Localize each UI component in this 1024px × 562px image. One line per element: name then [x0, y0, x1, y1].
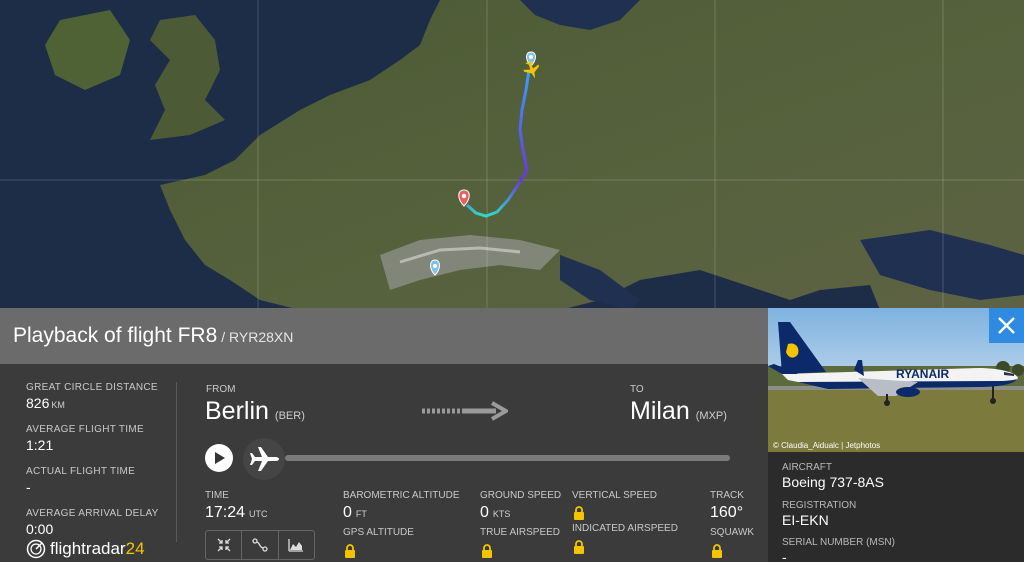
- actual-flight-time-value: -: [26, 479, 31, 495]
- baro-alt-number: 0: [343, 504, 352, 521]
- lock-icon: [345, 544, 355, 558]
- close-icon: [998, 317, 1015, 334]
- lock-icon: [574, 540, 584, 554]
- fit-view-icon: [217, 538, 231, 552]
- panel-header: Playback of flight FR8/ RYR28XN: [0, 308, 768, 364]
- registration-label: REGISTRATION: [782, 500, 857, 511]
- origin-city-name: Berlin: [205, 397, 269, 425]
- baro-alt-value: 0 FT: [343, 504, 367, 522]
- avg-flight-time-value: 1:21: [26, 437, 54, 453]
- ground-speed-label: GROUND SPEED: [480, 490, 562, 501]
- aircraft-photo[interactable]: RYANAIR © Claudia_Aidualc | Jetphotos: [768, 308, 1024, 452]
- fit-view-button[interactable]: [206, 531, 243, 559]
- gc-distance-number: 826: [26, 395, 50, 411]
- flight-number: Playback of flight FR8: [13, 324, 218, 347]
- flight-title: Playback of flight FR8/ RYR28XN: [13, 324, 293, 348]
- destination-city[interactable]: Milan (MXP): [630, 397, 727, 426]
- logo-brand: flightradar: [50, 539, 126, 558]
- play-button[interactable]: [205, 444, 233, 472]
- route-icon: [252, 538, 268, 552]
- logo-text: flightradar24: [50, 539, 145, 559]
- avg-arrival-delay-value: 0:00: [26, 521, 54, 537]
- gc-distance-label: GREAT CIRCLE DISTANCE: [26, 382, 158, 393]
- msn-value: -: [782, 549, 787, 562]
- callsign: / RYR28XN: [221, 329, 294, 345]
- actual-flight-time-label: ACTUAL FLIGHT TIME: [26, 466, 136, 477]
- aircraft-value: Boeing 737-8AS: [782, 474, 884, 490]
- lock-icon: [482, 544, 492, 558]
- route-arrow-icon: [422, 401, 511, 426]
- chart-icon: [288, 539, 304, 552]
- play-icon: [215, 452, 225, 464]
- playback-slider-handle[interactable]: [243, 438, 285, 480]
- radar-icon: [26, 539, 46, 559]
- ground-speed-number: 0: [480, 504, 489, 521]
- aircraft-panel: RYANAIR © Claudia_Aidualc | Jetphotos AI…: [768, 308, 1024, 562]
- map[interactable]: [0, 0, 1024, 310]
- aircraft-label: AIRCRAFT: [782, 462, 832, 473]
- squawk-label: SQUAWK: [710, 527, 755, 538]
- gps-alt-label: GPS ALTITUDE: [343, 527, 414, 538]
- close-button[interactable]: [989, 308, 1024, 343]
- flightradar24-logo[interactable]: flightradar24: [26, 539, 145, 559]
- logo-number: 24: [125, 539, 145, 558]
- msn-label: SERIAL NUMBER (MSN): [782, 537, 895, 548]
- chart-button[interactable]: [279, 531, 314, 559]
- track-value: 160°: [710, 504, 744, 521]
- avg-flight-time-label: AVERAGE FLIGHT TIME: [26, 424, 144, 435]
- destination-city-name: Milan: [630, 397, 690, 425]
- lock-icon: [574, 506, 584, 520]
- flight-playback-view: Playback of flight FR8/ RYR28XN GREAT CI…: [0, 0, 1024, 562]
- flight-stats: GREAT CIRCLE DISTANCE 826 KM AVERAGE FLIG…: [26, 382, 176, 550]
- from-label: FROM: [206, 384, 236, 395]
- baro-alt-label: BAROMETRIC ALTITUDE: [343, 490, 460, 501]
- ground-speed-unit: KTS: [492, 509, 511, 519]
- map-tools: [205, 530, 315, 560]
- airplane-icon: [250, 447, 279, 471]
- origin-code: (BER): [274, 410, 305, 422]
- photo-credit[interactable]: © Claudia_Aidualc | Jetphotos: [773, 441, 880, 450]
- route-button[interactable]: [242, 531, 279, 559]
- to-label: TO: [630, 384, 644, 395]
- time-value: 17:24 UTC: [205, 504, 268, 522]
- flight-info-panel: Playback of flight FR8/ RYR28XN GREAT CI…: [0, 308, 768, 562]
- indicated-airspeed-label: INDICATED AIRSPEED: [572, 523, 678, 534]
- time-number: 17:24: [205, 504, 246, 521]
- true-airspeed-label: TRUE AIRSPEED: [480, 527, 561, 538]
- livery-text: RYANAIR: [896, 367, 949, 381]
- gc-distance-value: 826 KM: [26, 395, 176, 411]
- vertical-speed-label: VERTICAL SPEED: [572, 490, 658, 501]
- registration-value: EI-EKN: [782, 512, 829, 528]
- destination-code: (MXP): [695, 410, 727, 422]
- divider: [176, 382, 177, 542]
- ground-speed-value: 0 KTS: [480, 504, 510, 522]
- baro-alt-unit: FT: [355, 509, 367, 519]
- time-unit: UTC: [249, 509, 268, 519]
- gc-distance-unit: KM: [51, 400, 65, 410]
- origin-city[interactable]: Berlin (BER): [205, 397, 305, 426]
- lock-icon: [712, 544, 722, 558]
- playback-timeline[interactable]: [285, 455, 730, 461]
- avg-arrival-delay-label: AVERAGE ARRIVAL DELAY: [26, 508, 159, 519]
- time-label: TIME: [205, 490, 229, 501]
- track-label: TRACK: [710, 490, 744, 501]
